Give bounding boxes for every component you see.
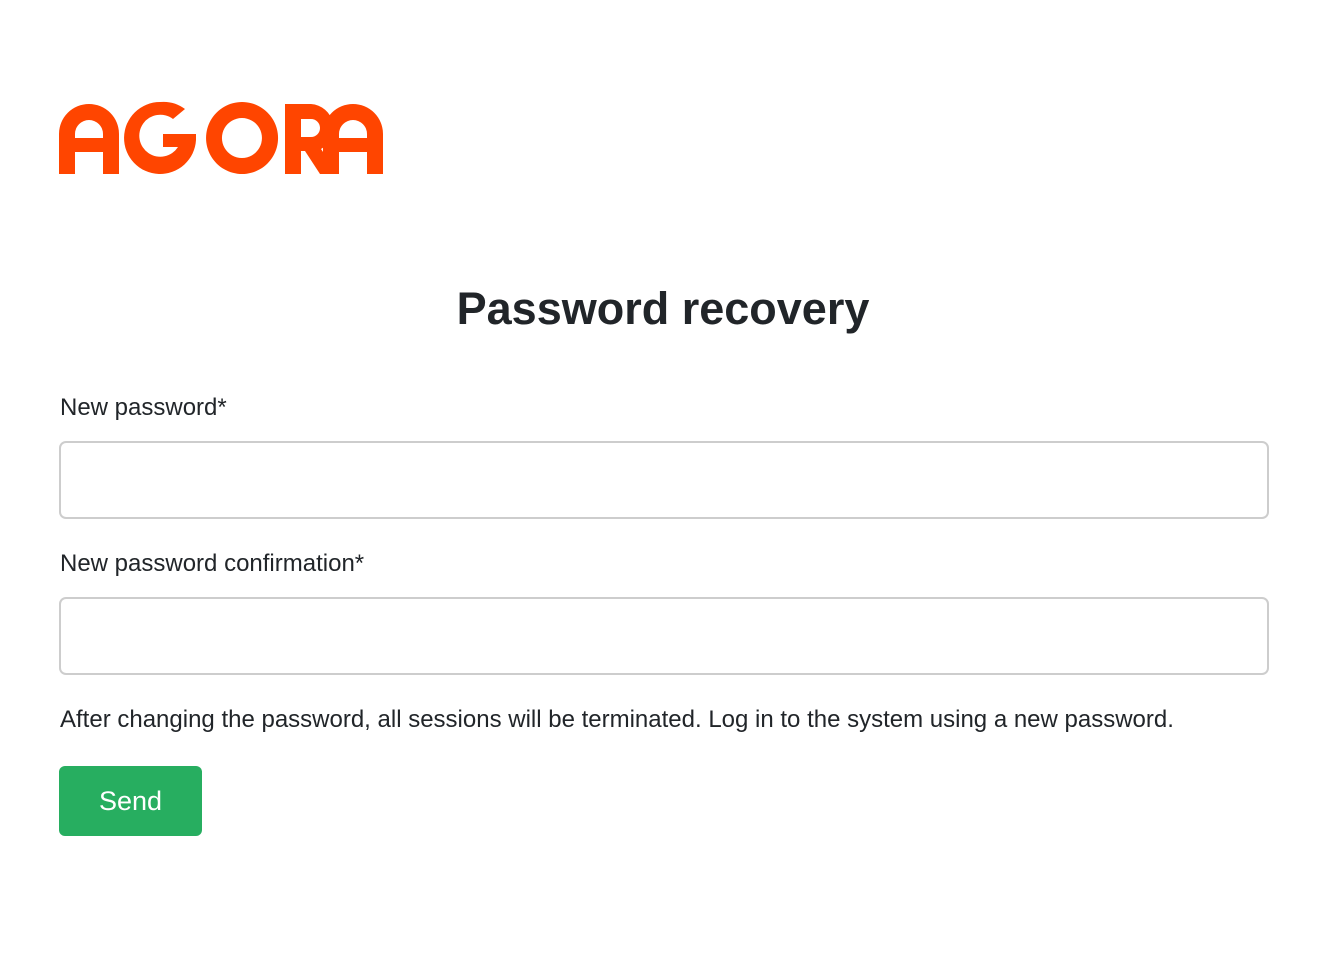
new-password-confirmation-input[interactable]	[59, 597, 1269, 675]
send-button[interactable]: Send	[59, 766, 202, 836]
new-password-label: New password*	[60, 394, 227, 421]
password-recovery-page: Password recovery New password* New pass…	[0, 0, 1326, 954]
agora-logo	[59, 100, 384, 174]
agora-logo-graphic	[59, 101, 383, 174]
new-password-input[interactable]	[59, 441, 1269, 519]
session-termination-notice: After changing the password, all session…	[60, 706, 1174, 733]
page-title: Password recovery	[456, 283, 870, 334]
new-password-confirmation-label: New password confirmation*	[60, 550, 365, 577]
